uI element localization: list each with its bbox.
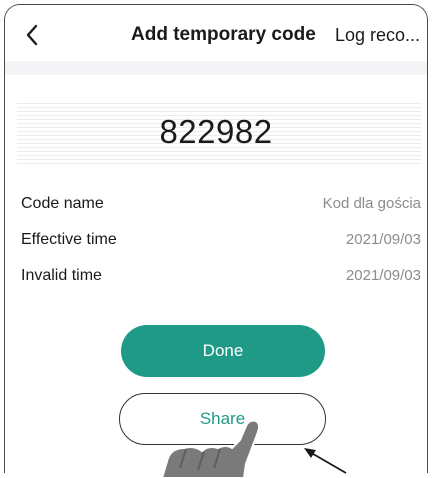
detail-value: 2021/09/03 bbox=[345, 267, 421, 284]
arrow-icon bbox=[304, 448, 347, 474]
temporary-code-value: 822982 bbox=[159, 113, 273, 150]
detail-value: Kod dla gościa bbox=[322, 195, 421, 212]
phone-screen: Add temporary code Log reco... 822982 Co… bbox=[4, 4, 428, 473]
chevron-left-icon[interactable] bbox=[21, 23, 45, 47]
done-button[interactable]: Done bbox=[121, 325, 325, 377]
pointing-hand-icon bbox=[161, 419, 261, 478]
page-title: Add temporary code bbox=[131, 24, 316, 45]
navigation-bar: Add temporary code Log reco... bbox=[5, 5, 427, 61]
detail-row-effective-time: Effective time 2021/09/03 bbox=[21, 231, 421, 255]
detail-label: Effective time bbox=[21, 231, 117, 248]
detail-value: 2021/09/03 bbox=[345, 231, 421, 248]
log-records-link[interactable]: Log reco... bbox=[335, 25, 420, 46]
detail-row-invalid-time: Invalid time 2021/09/03 bbox=[21, 267, 421, 291]
detail-label: Invalid time bbox=[21, 267, 102, 284]
detail-row-code-name: Code name Kod dla gościa bbox=[21, 195, 421, 219]
detail-label: Code name bbox=[21, 195, 104, 212]
section-divider bbox=[5, 61, 427, 75]
